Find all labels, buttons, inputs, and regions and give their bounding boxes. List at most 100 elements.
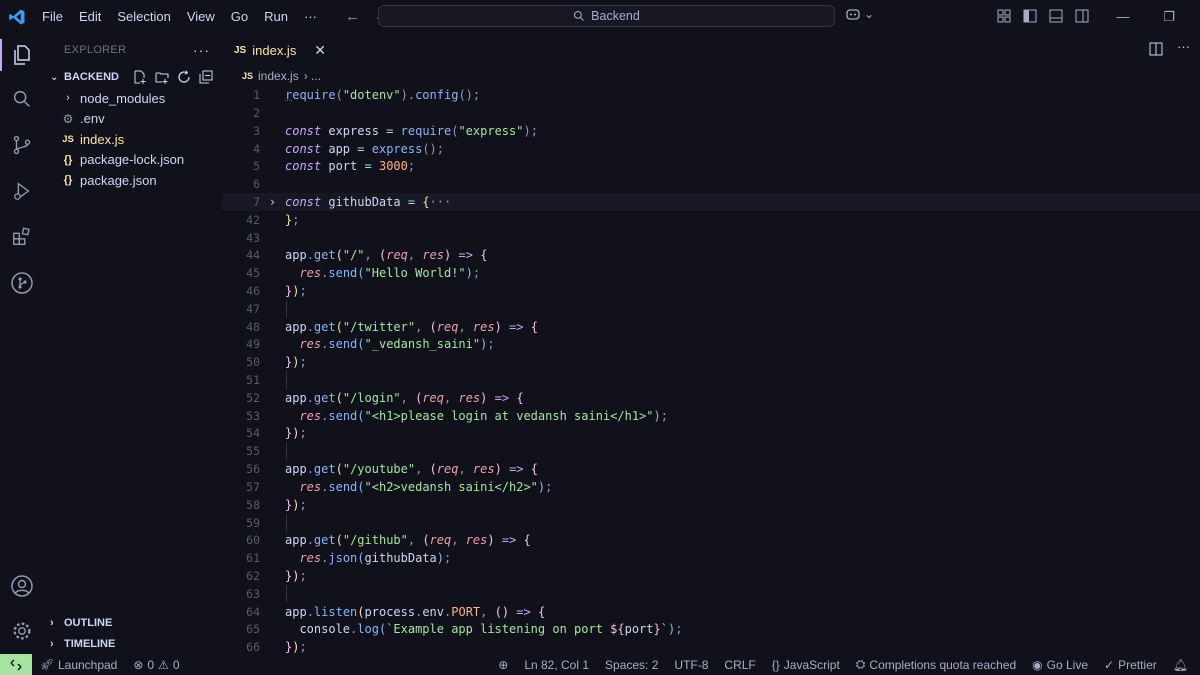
launchpad-item[interactable]: 🚀︎ Launchpad [32,658,125,672]
activity-bar [0,33,44,654]
menu-file[interactable]: File [34,0,71,33]
indentation[interactable]: Spaces: 2 [597,658,666,672]
go-live-button[interactable]: ◉ Go Live [1024,658,1096,672]
menu-selection[interactable]: Selection [109,0,178,33]
new-file-icon[interactable] [133,70,147,84]
code-line: 63 [246,587,260,601]
account-icon[interactable] [0,564,44,608]
warning-icon: ⚠ [158,657,169,672]
outline-section[interactable]: › OUTLINE [44,612,222,633]
code-line: 4 const app = express(); [253,142,445,156]
extensions-icon[interactable] [0,215,44,259]
encoding[interactable]: UTF-8 [666,658,716,672]
code-line: 6 [253,177,260,191]
chevron-down-icon: ⌄ [864,7,875,21]
collapse-all-icon[interactable] [199,70,213,84]
toggle-panel-icon[interactable] [1047,7,1064,24]
zoom-icon: ⊕ [498,657,509,672]
tree-item-label: node_modules [80,90,166,106]
menu-more-button[interactable]: ··· [296,0,325,33]
tab-index-js[interactable]: JS index.js ✕ [222,33,336,67]
source-control-icon[interactable] [0,123,44,167]
chevron-right-icon: › [66,92,70,105]
language-mode[interactable]: {} JavaScript [764,658,848,672]
tree-item-env[interactable]: ⚙ .env [44,109,222,130]
more-actions-icon[interactable]: ··· [1177,39,1190,56]
chevron-right-icon[interactable]: › [260,195,285,209]
manage-gear-icon[interactable] [0,609,44,653]
close-icon[interactable]: ✕ [314,42,326,59]
restore-icon[interactable]: ❐ [1146,9,1192,25]
tree-item-node-modules[interactable]: › node_modules [44,88,222,109]
menu-go[interactable]: Go [223,0,256,33]
minimize-icon[interactable]: — [1100,9,1146,24]
tree-item-label: index.js [80,131,125,147]
code-line: 2 [253,106,260,120]
warning-count: 0 [172,657,180,672]
search-icon [574,10,585,21]
json-file-icon: {} [63,174,73,187]
split-editor-icon[interactable] [1149,42,1163,56]
code-line: 47 [246,302,260,316]
window-controls: — ❐ [1100,0,1192,33]
back-arrow-icon[interactable]: ← [345,8,360,25]
js-file-icon: JS [234,45,247,56]
code-line: 65 console.log(`Example app listening on… [246,622,683,636]
layout-controls [995,7,1090,24]
language-label: JavaScript [783,657,840,672]
chevron-right-icon: › [50,616,54,629]
tree-item-package-json[interactable]: {} package.json [44,170,222,191]
tree-item-index-js[interactable]: JS index.js [44,129,222,150]
cursor-position[interactable]: Ln 82, Col 1 [516,658,597,672]
code-line: 57 res.send("<h2>vedansh saini</h2>"); [246,480,553,494]
notifications-bell-icon[interactable]: 🔔︎ [1165,658,1200,672]
breadcrumb-rest[interactable]: › ... [304,69,321,83]
code-line: 50}); [246,355,307,369]
more-actions-icon[interactable]: ··· [193,42,210,58]
explorer-title: EXPLORER [64,43,127,56]
code-line: 5 const port = 3000; [253,159,416,173]
toggle-primary-sidebar-icon[interactable] [1021,7,1038,24]
new-folder-icon[interactable] [155,70,169,84]
search-label: Backend [591,9,640,23]
copilot-icon: ⛭ [855,657,866,671]
git-graph-icon[interactable] [0,261,44,305]
search-view-icon[interactable] [0,77,44,121]
gear-icon: ⚙ [62,111,74,126]
zoom-item[interactable]: ⊕ [490,658,516,672]
code-line: 43 [246,231,260,245]
workspace-title: BACKEND [64,71,119,83]
customize-layout-icon[interactable] [995,7,1012,24]
tab-bar: JS index.js ✕ ··· [222,33,1200,67]
prettier-item[interactable]: ✓ Prettier [1096,658,1165,672]
workspace-section[interactable]: ⌄ BACKEND [44,66,222,88]
code-line: 3 const express = require("express"); [253,124,538,138]
menu-edit[interactable]: Edit [71,0,109,33]
explorer-tools [133,70,213,84]
menu-view[interactable]: View [179,0,223,33]
menu-run[interactable]: Run [256,0,296,33]
refresh-icon[interactable] [177,70,191,84]
code-line: 64 app.listen(process.env.PORT, () => { [246,605,546,619]
copilot-status[interactable]: ⛭ Completions quota reached [848,657,1024,672]
end-of-line[interactable]: CRLF [716,658,763,672]
problems-item[interactable]: ⊗ 0 ⚠ 0 [125,658,187,672]
tree-item-label: package.json [80,172,157,188]
explorer-icon[interactable] [0,33,44,77]
toggle-secondary-sidebar-icon[interactable] [1073,7,1090,24]
code-line: 49 res.send("_vedansh_saini"); [246,337,495,351]
copilot-button[interactable]: ⌄ [845,7,874,21]
remote-indicator-icon[interactable] [0,654,32,675]
breadcrumb-file[interactable]: index.js [258,69,299,83]
code-line: 44 app.get("/", (req, res) => { [246,248,488,262]
code-line: 60 app.get("/github", (req, res) => { [246,533,531,547]
tree-item-package-lock-json[interactable]: {} package-lock.json [44,150,222,171]
explorer-sidebar: EXPLORER ··· ⌄ BACKEND › node_modules ⚙ … [44,33,222,654]
rocket-icon: 🚀︎ [40,659,54,671]
command-center-search[interactable]: Backend [378,5,835,27]
timeline-section[interactable]: › TIMELINE [44,633,222,654]
go-live-label: Go Live [1046,657,1089,672]
status-bar: 🚀︎ Launchpad ⊗ 0 ⚠ 0 ⊕ Ln 82, Col 1 Spac… [0,654,1200,675]
prettier-label: Prettier [1118,657,1157,672]
run-debug-icon[interactable] [0,169,44,213]
